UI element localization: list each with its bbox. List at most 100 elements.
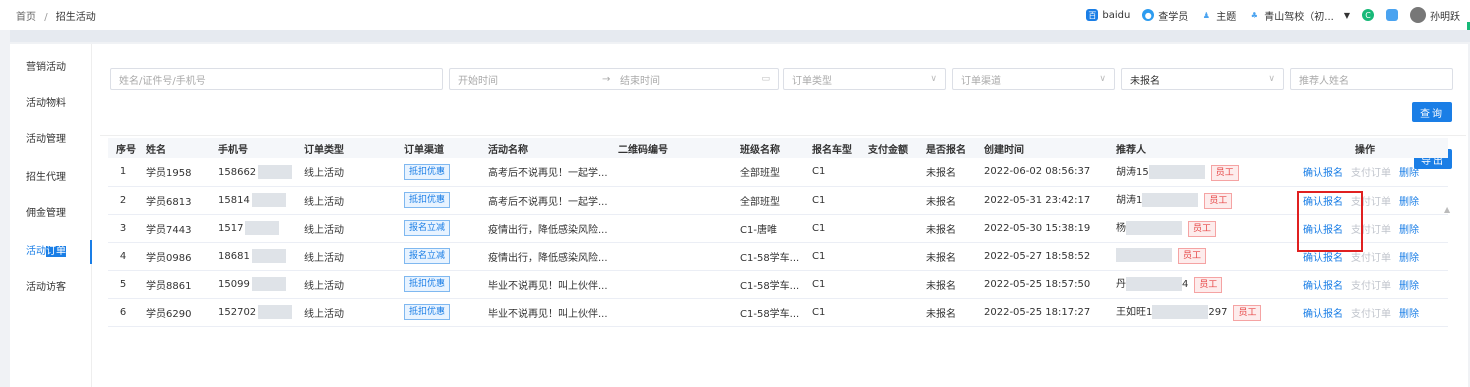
cell-car: C1 bbox=[804, 214, 860, 243]
cell-signed: 未报名 bbox=[918, 186, 976, 215]
theme-link[interactable]: ♟ 主题 bbox=[1200, 8, 1237, 23]
signup-status-value: 未报名 bbox=[1130, 75, 1160, 87]
order-channel-placeholder: 订单渠道 bbox=[961, 75, 1001, 87]
cell-activity: 疫情出行，降低感染风险... bbox=[480, 214, 610, 243]
delete-link[interactable]: 删除 bbox=[1399, 309, 1419, 320]
school-selector[interactable]: ♣ 青山驾校（初... ▼ bbox=[1248, 8, 1350, 23]
screen-icon[interactable] bbox=[1386, 9, 1398, 21]
cell-actions: 确认报名 支付订单 删除 bbox=[1282, 158, 1448, 187]
cell-order-type: 线上活动 bbox=[296, 214, 396, 243]
cell-car: C1 bbox=[804, 186, 860, 215]
search-input[interactable]: 姓名/证件号/手机号 bbox=[110, 68, 443, 90]
start-date-placeholder: 开始时间 bbox=[458, 75, 498, 87]
cell-qr bbox=[610, 158, 732, 187]
confirm-signup-link[interactable]: 确认报名 bbox=[1303, 168, 1343, 179]
end-date-placeholder: 结束时间 bbox=[620, 75, 660, 87]
redaction-block bbox=[1152, 305, 1209, 319]
cell-class: C1-唐唯 bbox=[732, 214, 804, 243]
sidebar-item-agents[interactable]: 招生代理 bbox=[10, 166, 92, 190]
sidebar-item-activity-orders[interactable]: 活动订单 bbox=[10, 240, 92, 264]
table-header: 序号 姓名 手机号 订单类型 订单渠道 活动名称 二维码编号 班级名称 报名车型… bbox=[108, 138, 1448, 158]
search-student-label: 查学员 bbox=[1158, 11, 1189, 23]
breadcrumb-home[interactable]: 首页 bbox=[16, 12, 36, 23]
cell-amount bbox=[860, 270, 918, 299]
refresh-icon[interactable]: C bbox=[1362, 9, 1374, 21]
breadcrumb: 首页 / 招生活动 bbox=[16, 8, 96, 23]
school-icon: ♣ bbox=[1250, 10, 1258, 20]
cell-phone: 158662 bbox=[210, 158, 296, 187]
cell-qr bbox=[610, 242, 732, 271]
employee-tag: 员工 bbox=[1233, 305, 1262, 321]
cell-name: 学员8861 bbox=[138, 270, 210, 299]
pay-order-link: 支付订单 bbox=[1351, 280, 1391, 292]
sidebar-item-materials[interactable]: 活动物料 bbox=[10, 92, 92, 116]
cell-order-type: 线上活动 bbox=[296, 158, 396, 187]
cell-referrer: 胡涛1 员工 bbox=[1108, 186, 1282, 215]
cell-name: 学员1958 bbox=[138, 158, 210, 187]
referrer-placeholder: 推荐人姓名 bbox=[1299, 75, 1349, 87]
phone-text: 152702 bbox=[218, 307, 257, 318]
table-row: 5 学员8861 15099 线上活动 抵扣优惠 毕业不说再见！叫上伙伴... … bbox=[108, 270, 1448, 299]
confirm-signup-link[interactable]: 确认报名 bbox=[1303, 281, 1343, 292]
referrer-input[interactable]: 推荐人姓名 bbox=[1290, 68, 1453, 90]
phone-text: 15099 bbox=[218, 279, 250, 290]
baidu-link[interactable]: 百 baidu bbox=[1086, 9, 1130, 21]
cell-index: 5 bbox=[108, 270, 138, 299]
cell-activity: 高考后不说再见！一起学... bbox=[480, 158, 610, 187]
cell-order-type: 线上活动 bbox=[296, 242, 396, 271]
confirm-signup-link[interactable]: 确认报名 bbox=[1303, 253, 1343, 264]
table-row: 4 学员0986 18681 线上活动 报名立减 疫情出行，降低感染风险... … bbox=[108, 242, 1448, 271]
col-header: 是否报名 bbox=[918, 138, 976, 158]
date-range-picker[interactable]: 开始时间 → 结束时间 ▭ bbox=[449, 68, 779, 90]
cell-channel: 抵扣优惠 bbox=[396, 298, 480, 327]
cell-phone: 18681 bbox=[210, 242, 296, 271]
cell-car: C1 bbox=[804, 270, 860, 299]
order-type-select[interactable]: 订单类型 ∨ bbox=[783, 68, 946, 90]
cell-phone: 15814 bbox=[210, 186, 296, 215]
pay-order-link: 支付订单 bbox=[1351, 252, 1391, 264]
cell-channel: 抵扣优惠 bbox=[396, 186, 480, 215]
sidebar-item-visitors[interactable]: 活动访客 bbox=[10, 276, 92, 300]
baidu-icon: 百 bbox=[1086, 9, 1099, 21]
cell-activity: 高考后不说再见！一起学... bbox=[480, 186, 610, 215]
signup-status-select[interactable]: 未报名 ∨ bbox=[1121, 68, 1284, 90]
sidebar-item-activity-manage[interactable]: 活动管理 bbox=[10, 128, 92, 152]
scroll-up-arrow-icon[interactable]: ▲ bbox=[1444, 205, 1450, 214]
table-row: 3 学员7443 1517 线上活动 报名立减 疫情出行，降低感染风险... C… bbox=[108, 214, 1448, 243]
employee-tag: 员工 bbox=[1210, 164, 1239, 181]
redaction-block bbox=[1116, 248, 1172, 262]
school-label: 青山驾校（初... bbox=[1264, 11, 1334, 23]
search-student-link[interactable]: ● 查学员 bbox=[1142, 8, 1188, 23]
sidebar-item-marketing[interactable]: 营销活动 bbox=[10, 56, 92, 80]
pay-order-link: 支付订单 bbox=[1351, 308, 1391, 320]
cell-activity: 疫情出行，降低感染风险... bbox=[480, 242, 610, 271]
cell-index: 1 bbox=[108, 158, 138, 187]
query-button[interactable]: 查询 bbox=[1412, 102, 1452, 122]
delete-link[interactable]: 删除 bbox=[1399, 281, 1419, 292]
order-channel-select[interactable]: 订单渠道 ∨ bbox=[952, 68, 1115, 90]
redaction-block bbox=[258, 164, 293, 179]
confirm-signup-link[interactable]: 确认报名 bbox=[1303, 309, 1343, 320]
table-row: 6 学员6290 152702 线上活动 抵扣优惠 毕业不说再见！叫上伙伴...… bbox=[108, 298, 1448, 327]
sidebar-item-label-highlight: 订单 bbox=[46, 246, 66, 257]
employee-tag: 员工 bbox=[1194, 277, 1223, 293]
channel-tag: 抵扣优惠 bbox=[404, 163, 451, 180]
cell-signed: 未报名 bbox=[918, 298, 976, 327]
delete-link[interactable]: 删除 bbox=[1399, 168, 1419, 179]
redaction-block bbox=[1126, 277, 1182, 291]
delete-link[interactable]: 删除 bbox=[1399, 225, 1419, 236]
referrer-text: 王如旺1 bbox=[1116, 307, 1153, 318]
channel-tag: 抵扣优惠 bbox=[404, 304, 451, 320]
user-menu[interactable]: 孙明跃 bbox=[1410, 7, 1460, 23]
delete-link[interactable]: 删除 bbox=[1399, 197, 1419, 208]
delete-link[interactable]: 删除 bbox=[1399, 253, 1419, 264]
employee-tag: 员工 bbox=[1204, 193, 1233, 209]
range-arrow: → bbox=[602, 73, 611, 85]
baidu-label: baidu bbox=[1102, 9, 1131, 21]
col-header: 订单渠道 bbox=[396, 138, 480, 158]
chevron-down-icon: ∨ bbox=[1268, 74, 1275, 84]
sidebar-item-commission[interactable]: 佣金管理 bbox=[10, 202, 92, 226]
sidebar-item-label: 活动 bbox=[26, 246, 46, 257]
highlight-annotation-box bbox=[1297, 191, 1363, 252]
search-placeholder: 姓名/证件号/手机号 bbox=[119, 75, 206, 87]
